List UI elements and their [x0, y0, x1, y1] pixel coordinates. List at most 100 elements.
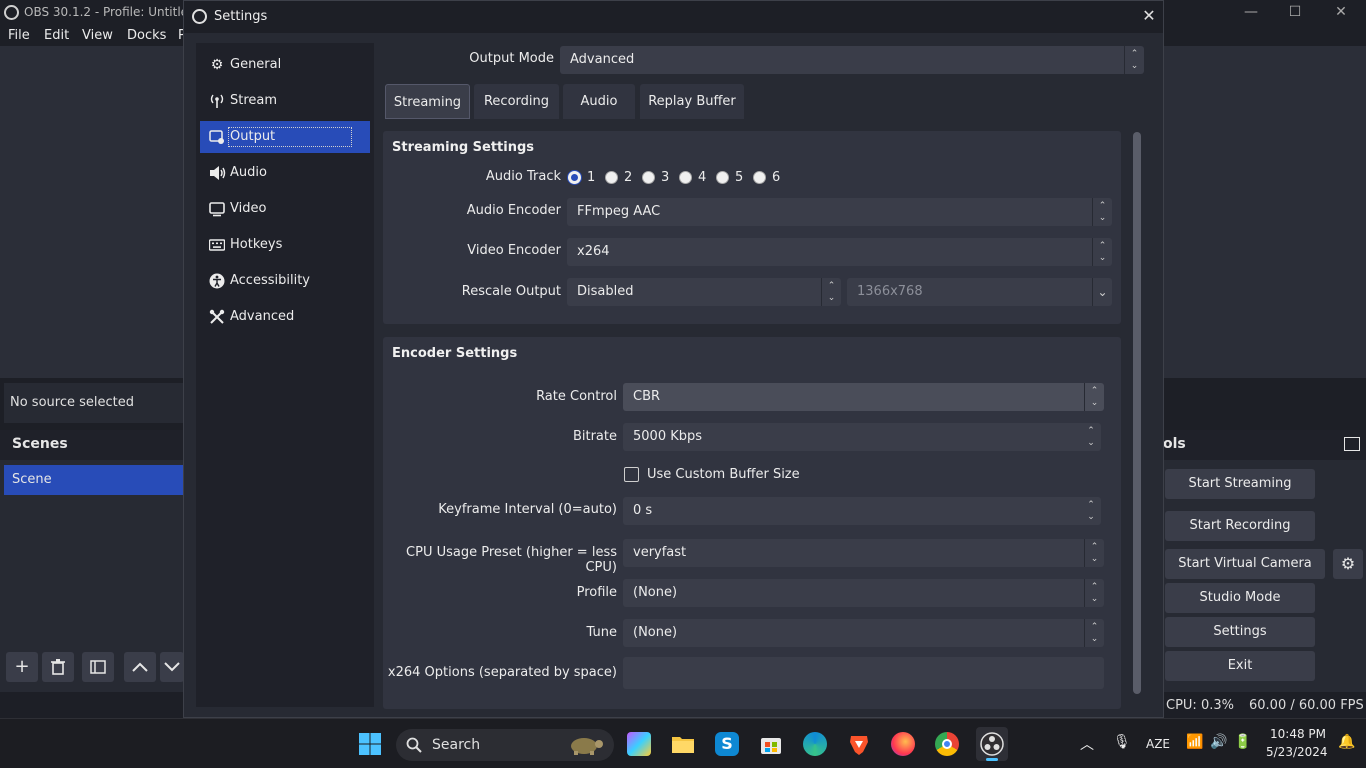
- menu-file[interactable]: File: [8, 28, 30, 43]
- nav-item-accessibility[interactable]: Accessibility: [200, 265, 370, 297]
- firefox-icon[interactable]: [891, 732, 915, 756]
- encoder-settings-title: Encoder Settings: [392, 346, 518, 361]
- settings-scrollbar[interactable]: [1132, 132, 1142, 694]
- start-streaming-button[interactable]: Start Streaming: [1165, 469, 1315, 499]
- audio-encoder-label: Audio Encoder: [466, 203, 561, 218]
- scene-filters-icon[interactable]: [82, 652, 114, 682]
- file-explorer-icon[interactable]: [671, 732, 695, 756]
- nav-item-label: Stream: [230, 93, 278, 108]
- edge-icon[interactable]: [803, 732, 827, 756]
- tab-replay-buffer[interactable]: Replay Buffer: [640, 84, 744, 119]
- tune-select[interactable]: (None) ⌃ ⌄: [623, 619, 1104, 647]
- source-bar: No source selected: [4, 383, 184, 423]
- undock-icon[interactable]: [1344, 437, 1360, 451]
- tray-chevron-up-icon[interactable]: ︿: [1080, 734, 1094, 754]
- spin-arrows-icon[interactable]: ⌃ ⌄: [1081, 423, 1101, 451]
- keyframe-interval-value: 0 s: [633, 503, 653, 518]
- obs-logo-icon: [192, 9, 207, 24]
- copilot-icon[interactable]: [627, 732, 651, 756]
- minimize-button[interactable]: —: [1236, 3, 1266, 21]
- wifi-icon[interactable]: 📶: [1186, 734, 1203, 750]
- output-mode-select[interactable]: Advanced ⌃ ⌄: [560, 46, 1144, 74]
- scrollbar-thumb[interactable]: [1133, 132, 1141, 694]
- microsoft-store-icon[interactable]: [759, 732, 783, 756]
- turtle-icon: [571, 738, 603, 755]
- studio-mode-button[interactable]: Studio Mode: [1165, 583, 1315, 613]
- nav-item-hotkeys[interactable]: Hotkeys: [200, 229, 370, 261]
- menu-docks[interactable]: Docks: [127, 28, 166, 43]
- rescale-output-select[interactable]: Disabled ⌃ ⌄: [567, 278, 841, 306]
- microphone-icon[interactable]: 🎙: [1113, 734, 1131, 750]
- tab-recording[interactable]: Recording: [474, 84, 559, 119]
- windows-start-icon[interactable]: [358, 732, 382, 756]
- menu-edit[interactable]: Edit: [44, 28, 69, 43]
- monitor-icon: [209, 201, 225, 217]
- notifications-bell-icon[interactable]: 🔔: [1338, 734, 1355, 750]
- menu-bar: File Edit View Docks P: [0, 26, 200, 46]
- keyframe-interval-spinbox[interactable]: 0 s ⌃ ⌄: [623, 497, 1101, 525]
- obs-taskbar-icon[interactable]: [976, 727, 1008, 761]
- tab-audio[interactable]: Audio: [563, 84, 635, 119]
- nav-item-general[interactable]: ⚙ General: [200, 49, 370, 81]
- exit-button[interactable]: Exit: [1165, 651, 1315, 681]
- settings-button[interactable]: Settings: [1165, 617, 1315, 647]
- volume-icon[interactable]: 🔊: [1210, 734, 1227, 750]
- main-close-button[interactable]: ✕: [1326, 3, 1356, 21]
- rescale-output-label: Rescale Output: [461, 284, 561, 299]
- custom-buffer-checkbox[interactable]: [624, 467, 639, 482]
- taskbar-search[interactable]: Search: [396, 729, 614, 761]
- virtual-camera-settings-icon[interactable]: ⚙: [1333, 549, 1363, 579]
- chrome-icon[interactable]: [935, 732, 959, 756]
- move-scene-up-icon[interactable]: [124, 652, 156, 682]
- clock-time[interactable]: 10:48 PM: [1270, 727, 1326, 741]
- nav-item-label: Hotkeys: [230, 237, 283, 252]
- bitrate-spinbox[interactable]: 5000 Kbps ⌃ ⌄: [623, 423, 1101, 451]
- updown-arrows-icon: ⌃ ⌄: [1084, 539, 1104, 567]
- battery-icon[interactable]: 🔋: [1234, 734, 1251, 750]
- encoder-settings-group: Encoder Settings Rate Control CBR ⌃ ⌄ Bit…: [383, 337, 1121, 709]
- rate-control-select[interactable]: CBR ⌃ ⌄: [623, 383, 1104, 411]
- profile-value: (None): [633, 585, 678, 600]
- search-icon: [406, 737, 422, 753]
- menu-view[interactable]: View: [82, 28, 113, 43]
- nav-item-stream[interactable]: Stream: [200, 85, 370, 117]
- add-scene-icon[interactable]: +: [6, 652, 38, 682]
- updown-arrows-icon: ⌃ ⌄: [1084, 619, 1104, 647]
- rescale-output-value: Disabled: [577, 284, 634, 299]
- skype-icon[interactable]: S: [715, 732, 739, 756]
- spin-arrows-icon[interactable]: ⌃ ⌄: [1081, 497, 1101, 525]
- cpu-preset-label: CPU Usage Preset (higher = less CPU): [406, 545, 617, 575]
- nav-item-audio[interactable]: Audio: [200, 157, 370, 189]
- updown-arrows-icon: ⌃ ⌄: [1092, 198, 1112, 226]
- start-recording-button[interactable]: Start Recording: [1165, 511, 1315, 541]
- radio-label: 3: [661, 170, 670, 185]
- remove-scene-icon[interactable]: [42, 652, 74, 682]
- nav-item-video[interactable]: Video: [200, 193, 370, 225]
- language-indicator[interactable]: AZE: [1146, 737, 1170, 751]
- x264-options-input[interactable]: [623, 657, 1104, 689]
- updown-arrows-icon: ⌃ ⌄: [1084, 579, 1104, 607]
- tab-streaming[interactable]: Streaming: [385, 84, 470, 119]
- video-encoder-label: Video Encoder: [467, 243, 561, 258]
- radio-dot: [568, 171, 581, 184]
- scenes-title: Scenes: [0, 430, 184, 460]
- profile-select[interactable]: (None) ⌃ ⌄: [623, 579, 1104, 607]
- maximize-button[interactable]: ☐: [1280, 3, 1310, 21]
- cpu-preset-select[interactable]: veryfast ⌃ ⌄: [623, 539, 1104, 567]
- brave-icon[interactable]: [847, 732, 871, 756]
- move-scene-down-icon[interactable]: [160, 652, 184, 682]
- start-virtual-camera-button[interactable]: Start Virtual Camera: [1165, 549, 1325, 579]
- updown-arrows-icon: ⌃ ⌄: [821, 278, 841, 306]
- nav-item-label: Audio: [230, 165, 267, 180]
- nav-item-advanced[interactable]: Advanced: [200, 301, 370, 333]
- nav-item-output[interactable]: Output: [200, 121, 370, 153]
- video-encoder-select[interactable]: x264 ⌃ ⌄: [567, 238, 1112, 266]
- scene-list-item[interactable]: Scene: [4, 465, 184, 495]
- clock-date[interactable]: 5/23/2024: [1266, 745, 1328, 759]
- settings-close-button[interactable]: ✕: [1139, 6, 1159, 26]
- updown-arrows-icon: ⌃ ⌄: [1124, 46, 1144, 74]
- obs-logo-icon: [4, 5, 19, 20]
- cpu-preset-value: veryfast: [633, 545, 687, 560]
- audio-encoder-select[interactable]: FFmpeg AAC ⌃ ⌄: [567, 198, 1112, 226]
- radio-dot: [605, 171, 618, 184]
